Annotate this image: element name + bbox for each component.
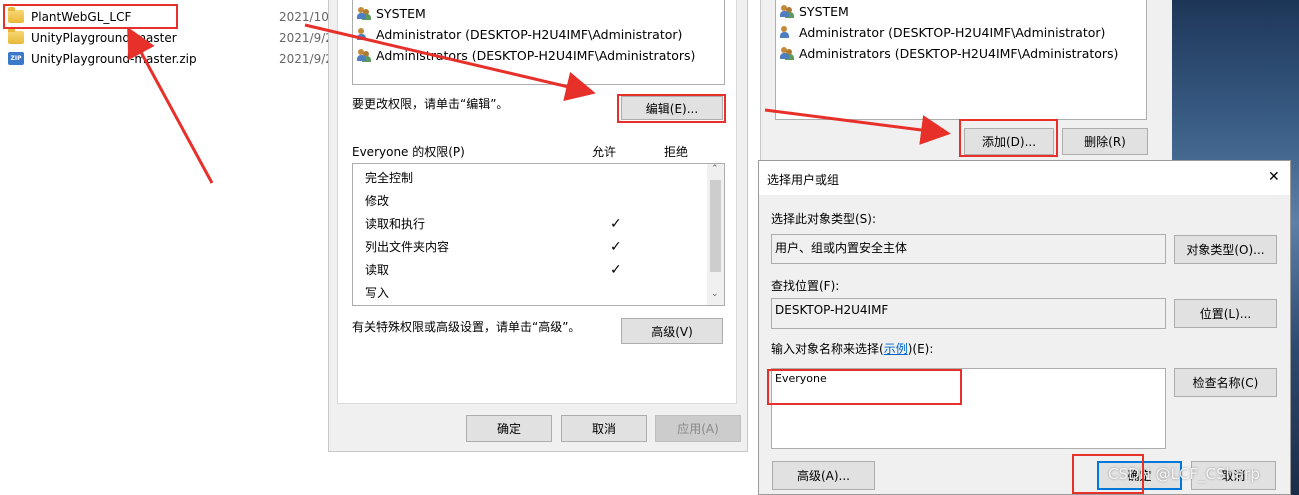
arrow-to-add xyxy=(764,108,951,145)
arrow-to-folder xyxy=(127,26,214,184)
annotation-arrows xyxy=(127,23,951,184)
arrow-to-edit xyxy=(304,23,596,102)
